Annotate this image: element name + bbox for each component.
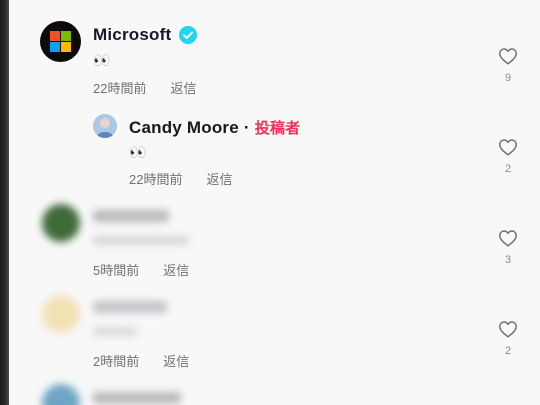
like-count: 2 (504, 345, 512, 357)
comment-meta: 2時間前 返信 (93, 351, 189, 370)
blurred-text (93, 236, 189, 245)
like-button[interactable]: 2 (496, 138, 520, 175)
like-button[interactable]: 2 (496, 320, 520, 357)
comment-time: 2時間前 (93, 354, 140, 369)
reply-button[interactable]: 返信 (206, 169, 232, 188)
comment-time: 22時間前 (129, 172, 183, 187)
comment-meta: 5時間前 返信 (93, 260, 189, 279)
comment-time: 22時間前 (93, 81, 147, 96)
blurred-text (93, 327, 137, 336)
microsoft-logo-icon (50, 31, 71, 52)
like-count: 2 (504, 163, 512, 175)
like-button[interactable]: 3 (496, 229, 520, 266)
verified-check-icon (179, 26, 198, 44)
blurred-author (93, 210, 169, 222)
avatar[interactable] (93, 114, 117, 138)
avatar[interactable] (42, 295, 80, 333)
comment-text: 👀 (93, 52, 111, 68)
avatar-image (93, 114, 117, 138)
comment-author[interactable]: Candy Moore · 投稿者 (129, 117, 300, 138)
like-count: 3 (504, 254, 512, 266)
creator-badge: 投稿者 (254, 120, 301, 137)
like-button[interactable]: 9 (496, 47, 520, 84)
comment-time: 5時間前 (93, 263, 140, 278)
heart-outline-icon[interactable] (498, 138, 518, 156)
heart-outline-icon[interactable] (498, 320, 518, 338)
avatar[interactable] (42, 384, 80, 405)
blurred-author (93, 392, 181, 404)
comment-author[interactable]: Microsoft (93, 25, 198, 45)
reply-button[interactable]: 返信 (163, 351, 189, 370)
separator-dot: · (243, 117, 250, 137)
avatar[interactable] (40, 21, 81, 62)
reply-button[interactable]: 返信 (170, 78, 196, 97)
avatar[interactable] (42, 204, 80, 242)
blurred-author (93, 301, 167, 313)
heart-outline-icon[interactable] (498, 229, 518, 247)
reply-button[interactable]: 返信 (163, 260, 189, 279)
like-count: 9 (504, 72, 512, 84)
comment-text: 👀 (129, 144, 147, 160)
author-name[interactable]: Microsoft (93, 25, 171, 45)
video-panel-edge (0, 0, 9, 405)
heart-outline-icon[interactable] (498, 47, 518, 65)
comment-meta: 22時間前 返信 (129, 169, 232, 188)
comment-meta: 22時間前 返信 (93, 78, 196, 97)
author-name[interactable]: Candy Moore (129, 118, 239, 138)
